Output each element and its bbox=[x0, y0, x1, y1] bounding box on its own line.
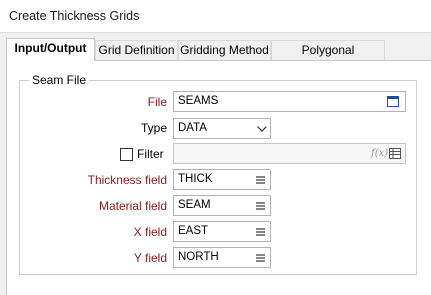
y-field-value: NORTH bbox=[178, 251, 219, 263]
tab-grid-definition[interactable]: Grid Definition bbox=[95, 40, 178, 60]
filter-label: Filter bbox=[137, 147, 164, 161]
browse-window-icon[interactable] bbox=[387, 96, 399, 107]
chevron-down-icon bbox=[257, 126, 267, 132]
field-list-icon[interactable] bbox=[256, 254, 265, 262]
file-value: SEAMS bbox=[178, 95, 219, 107]
tab-polygonal-restriction[interactable]: Polygonal Restriction bbox=[271, 40, 385, 75]
expression-icon[interactable]: f(x) bbox=[371, 144, 388, 163]
window-title: Create Thickness Grids bbox=[9, 9, 140, 23]
tab-gridding-method[interactable]: Gridding Method bbox=[178, 40, 271, 60]
tab-label: Grid Definition bbox=[98, 43, 175, 57]
thickness-field-value: THICK bbox=[178, 173, 213, 185]
tab-strip: Input/Output Grid Definition Gridding Me… bbox=[6, 38, 431, 75]
tab-label: Gridding Method bbox=[180, 43, 269, 57]
type-value: DATA bbox=[178, 122, 207, 134]
type-label: Type bbox=[140, 121, 167, 135]
table-icon[interactable] bbox=[389, 148, 401, 159]
tab-input-output[interactable]: Input/Output bbox=[6, 38, 95, 61]
x-field-value: EAST bbox=[178, 225, 209, 237]
type-select[interactable]: DATA bbox=[173, 118, 271, 139]
x-field-input[interactable]: EAST bbox=[173, 221, 271, 242]
thickness-field-input[interactable]: THICK bbox=[173, 169, 271, 190]
tab-label: Input/Output bbox=[14, 41, 87, 55]
material-field-value: SEAM bbox=[178, 199, 211, 211]
field-list-icon[interactable] bbox=[256, 202, 265, 210]
filter-checkbox[interactable] bbox=[120, 148, 133, 161]
x-field-label: X field bbox=[133, 225, 167, 239]
group-title: Seam File bbox=[29, 73, 90, 87]
material-field-label: Material field bbox=[98, 199, 167, 213]
field-list-icon[interactable] bbox=[256, 228, 265, 236]
thickness-field-label: Thickness field bbox=[87, 173, 167, 187]
y-field-label: Y field bbox=[133, 251, 167, 265]
file-label: File bbox=[147, 95, 167, 109]
field-list-icon[interactable] bbox=[256, 176, 265, 184]
file-input[interactable]: SEAMS bbox=[173, 91, 406, 112]
y-field-input[interactable]: NORTH bbox=[173, 247, 271, 268]
filter-input[interactable]: f(x) bbox=[173, 143, 406, 164]
title-bar: Create Thickness Grids bbox=[0, 0, 431, 33]
material-field-input[interactable]: SEAM bbox=[173, 195, 271, 216]
